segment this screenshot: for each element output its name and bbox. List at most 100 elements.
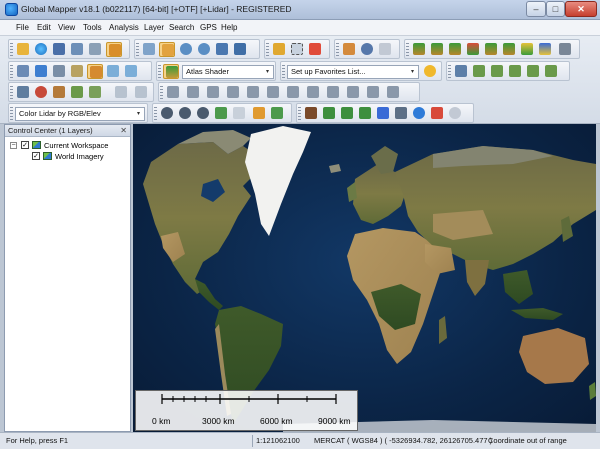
vertex-icon[interactable]	[225, 85, 241, 100]
vertex-icon[interactable]	[325, 85, 341, 100]
menu-file[interactable]: File	[16, 23, 29, 32]
toolbar-grip[interactable]	[158, 65, 161, 78]
menu-gps[interactable]: GPS	[200, 23, 217, 32]
toolbar-grip[interactable]	[282, 65, 285, 78]
vertex-icon[interactable]	[265, 85, 281, 100]
terrain-icon[interactable]	[447, 42, 463, 57]
search-icon[interactable]	[377, 42, 393, 57]
grid-icon[interactable]	[15, 64, 31, 79]
measure-icon[interactable]	[341, 42, 357, 57]
brush-icon[interactable]	[51, 85, 67, 100]
zoom-out-icon[interactable]	[196, 42, 212, 57]
lidar-icon[interactable]	[213, 106, 229, 121]
toolbar-grip[interactable]	[406, 43, 409, 56]
tile-icon[interactable]	[69, 64, 85, 79]
zoom-in-icon[interactable]	[178, 42, 194, 57]
shader-dropdown[interactable]: Atlas Shader ▾	[182, 65, 274, 79]
tower-icon[interactable]	[393, 106, 409, 121]
shader-icon[interactable]	[163, 64, 179, 79]
pin-icon[interactable]	[33, 64, 49, 79]
menu-analysis[interactable]: Analysis	[109, 23, 139, 32]
menu-tools[interactable]: Tools	[83, 23, 102, 32]
menu-search[interactable]: Search	[169, 23, 194, 32]
tree-item-current-workspace[interactable]: − ✓ Current Workspace	[10, 140, 128, 151]
tree-item-world-imagery[interactable]: ✓ World Imagery	[32, 151, 128, 162]
terrain-icon[interactable]	[429, 42, 445, 57]
gear-icon[interactable]	[195, 106, 211, 121]
filter-icon[interactable]	[251, 106, 267, 121]
pan-icon[interactable]	[159, 42, 175, 57]
back-icon[interactable]	[214, 42, 230, 57]
toolbar-grip[interactable]	[298, 107, 301, 120]
zoom-icon[interactable]	[141, 42, 157, 57]
lidar-color-dropdown[interactable]: Color Lidar by RGB/Elev ▾	[15, 107, 145, 121]
search-icon[interactable]	[447, 106, 463, 121]
tree-icon[interactable]	[321, 106, 337, 121]
line-icon[interactable]	[525, 64, 541, 79]
delete-icon[interactable]	[557, 42, 573, 57]
maximize-button[interactable]: □	[546, 1, 565, 17]
globe-icon[interactable]	[33, 42, 49, 57]
layer-checkbox[interactable]: ✓	[32, 152, 40, 160]
close-icon[interactable]: ✕	[120, 125, 127, 137]
toolbar-grip[interactable]	[10, 107, 13, 120]
vertex-icon[interactable]	[365, 85, 381, 100]
move-icon[interactable]	[165, 85, 181, 100]
vertex-icon[interactable]	[245, 85, 261, 100]
layers-icon[interactable]	[106, 42, 122, 57]
warning-icon[interactable]	[231, 106, 247, 121]
gear-icon[interactable]	[177, 106, 193, 121]
toolbar-grip[interactable]	[448, 65, 451, 78]
vertex-icon[interactable]	[205, 85, 221, 100]
toolbar-grip[interactable]	[136, 43, 139, 56]
toolbar-grip[interactable]	[10, 86, 13, 99]
line-icon[interactable]	[543, 64, 559, 79]
gear-icon[interactable]	[159, 106, 175, 121]
toolbar-grip[interactable]	[266, 43, 269, 56]
line-icon[interactable]	[453, 64, 469, 79]
terrain-icon[interactable]	[483, 42, 499, 57]
vertex-icon[interactable]	[345, 85, 361, 100]
close-button[interactable]: ✕	[565, 1, 597, 17]
menu-layer[interactable]: Layer	[144, 23, 164, 32]
export-icon[interactable]	[69, 42, 85, 57]
water-icon[interactable]	[411, 106, 427, 121]
menu-edit[interactable]: Edit	[37, 23, 51, 32]
toolbar-grip[interactable]	[154, 107, 157, 120]
line-icon[interactable]	[489, 64, 505, 79]
line-icon[interactable]	[507, 64, 523, 79]
terrain-icon[interactable]	[519, 42, 535, 57]
target-icon[interactable]	[33, 85, 49, 100]
vertex-icon[interactable]	[285, 85, 301, 100]
profile-icon[interactable]	[87, 64, 103, 79]
star-icon[interactable]	[422, 64, 438, 79]
pencil-icon[interactable]	[133, 85, 149, 100]
minimize-button[interactable]: –	[526, 1, 546, 17]
toolbar-grip[interactable]	[160, 86, 163, 99]
toolbar-grip[interactable]	[10, 65, 13, 78]
digitize-icon[interactable]	[271, 42, 287, 57]
building-icon[interactable]	[375, 106, 391, 121]
home-icon[interactable]	[232, 42, 248, 57]
pencil-icon[interactable]	[113, 85, 129, 100]
tool-icon[interactable]	[15, 85, 31, 100]
collapse-icon[interactable]: −	[10, 142, 17, 149]
delete-icon[interactable]	[307, 42, 323, 57]
terrain-icon[interactable]	[465, 42, 481, 57]
terrain-icon[interactable]	[537, 42, 553, 57]
menu-help[interactable]: Help	[221, 23, 237, 32]
vertex-icon[interactable]	[385, 85, 401, 100]
toolbar-grip[interactable]	[10, 43, 13, 56]
map-view[interactable]	[133, 124, 596, 432]
lidar-icon[interactable]	[105, 64, 121, 79]
check-icon[interactable]	[269, 106, 285, 121]
brush-icon[interactable]	[69, 85, 85, 100]
frame-icon[interactable]	[51, 64, 67, 79]
save-icon[interactable]	[51, 42, 67, 57]
toolbar-grip[interactable]	[336, 43, 339, 56]
terrain-icon[interactable]	[501, 42, 517, 57]
favorites-dropdown[interactable]: Set up Favorites List... ▾	[287, 65, 419, 79]
brush-icon[interactable]	[87, 85, 103, 100]
tree-icon[interactable]	[357, 106, 373, 121]
select-icon[interactable]	[289, 42, 305, 57]
